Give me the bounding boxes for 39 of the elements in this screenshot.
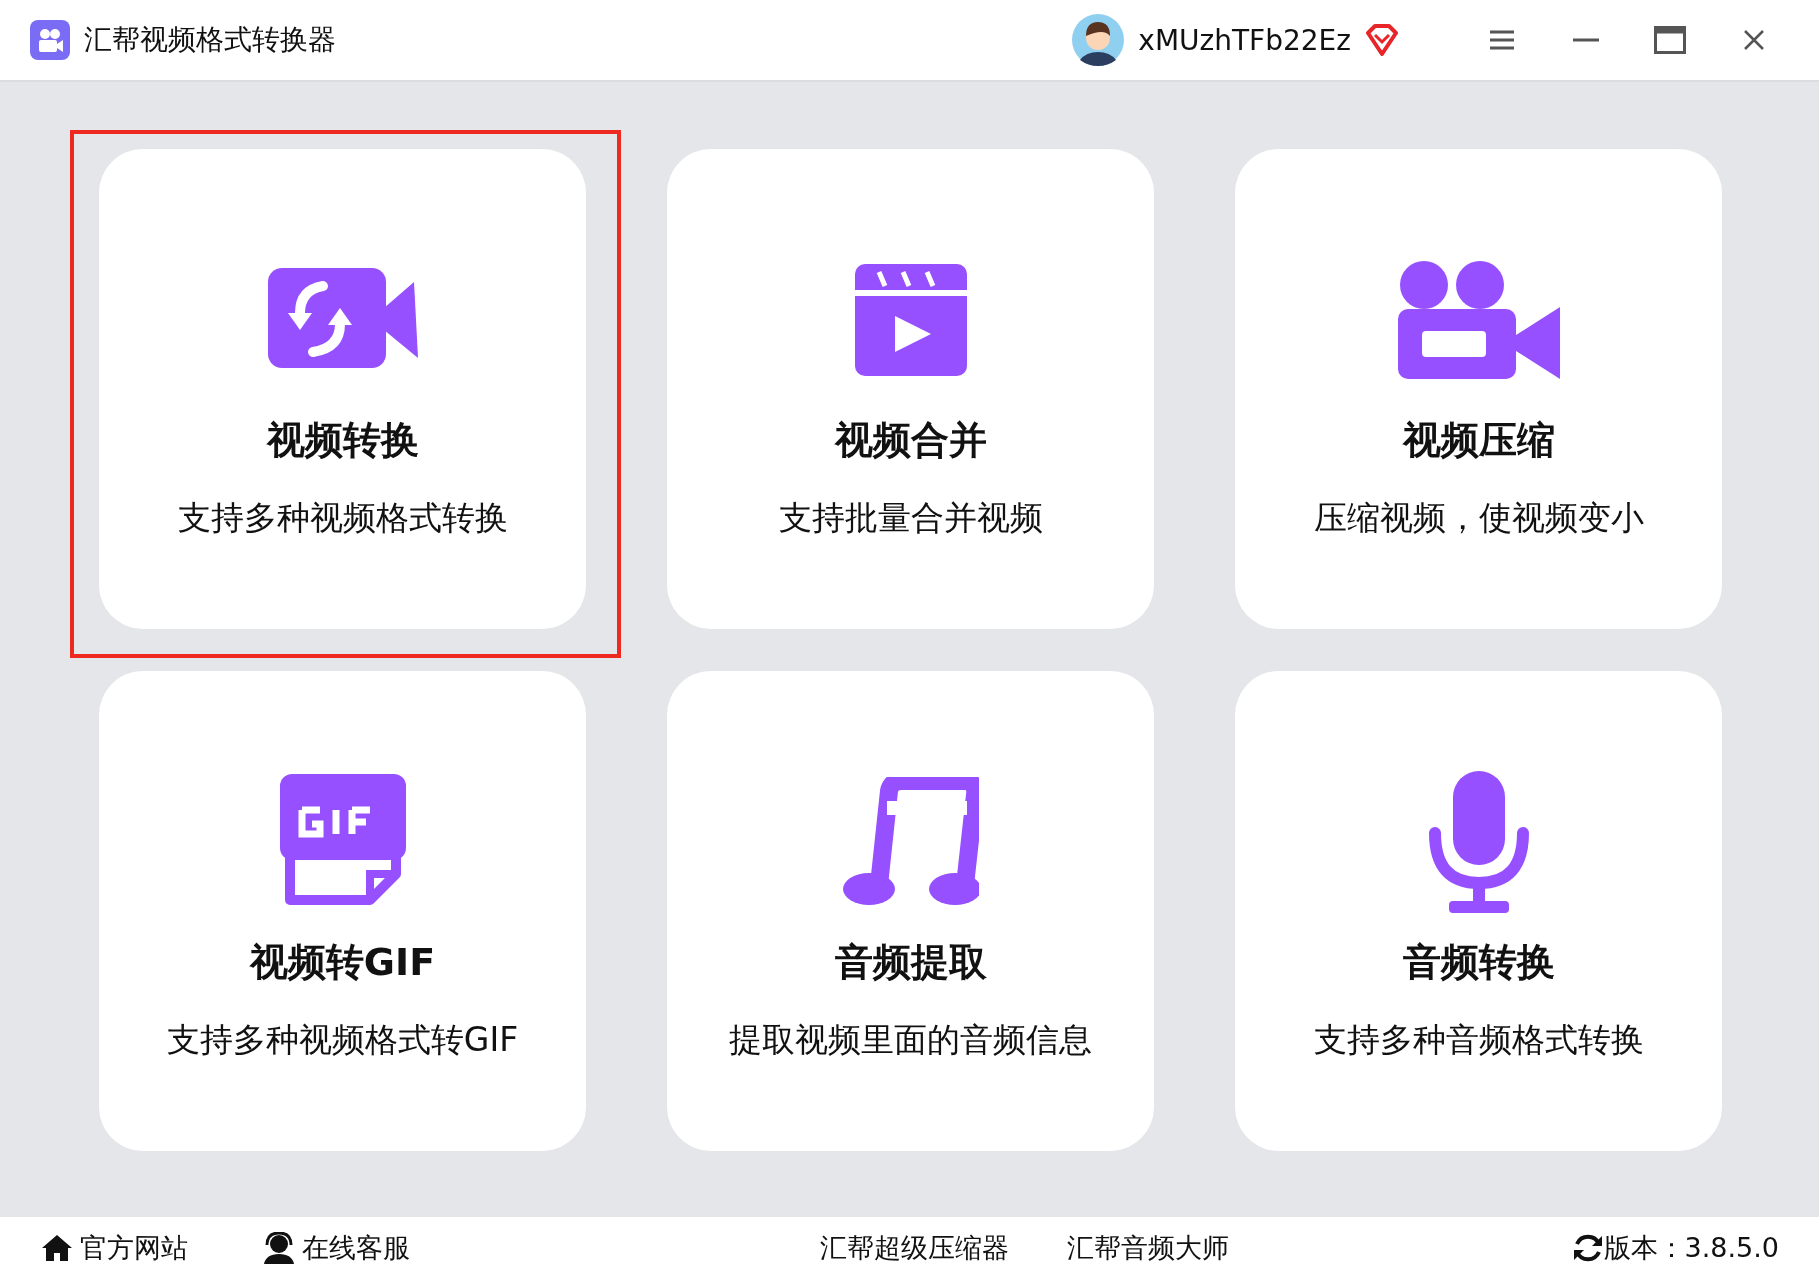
card-description: 提取视频里面的音频信息 (729, 1019, 1092, 1061)
card-title: 音频提取 (834, 939, 987, 986)
movie-camera-icon (1397, 259, 1560, 381)
card-description: 压缩视频，使视频变小 (1313, 497, 1644, 539)
tool-card[interactable]: 音频转换 支持多种音频格式转换 (1235, 671, 1722, 1151)
microphone-icon (1426, 771, 1531, 913)
minimize-icon (1573, 38, 1599, 42)
footer-link[interactable]: 汇帮音频大师 (1067, 1230, 1229, 1266)
clapperboard-play-icon (854, 264, 967, 376)
card-title: 视频转换 (266, 417, 419, 464)
refresh-icon[interactable] (1571, 1232, 1604, 1264)
tool-card[interactable]: 视频转换 支持多种视频格式转换 (99, 149, 586, 629)
close-icon (1743, 29, 1765, 51)
card-description: 支持多种视频格式转换 (177, 497, 508, 539)
card-title: 视频转GIF (249, 939, 436, 986)
footer-link[interactable]: 汇帮超级压缩器 (820, 1230, 1009, 1266)
diamond-vip-icon[interactable] (1365, 24, 1399, 56)
username[interactable]: xMUzhTFb22Ez (1138, 23, 1351, 57)
maximize-icon (1654, 26, 1686, 54)
card-title: 音频转换 (1402, 939, 1555, 986)
tool-card[interactable]: 视频合并 支持批量合并视频 (667, 149, 1154, 629)
card-title: 视频合并 (834, 417, 987, 464)
card-title: 视频压缩 (1402, 417, 1555, 464)
card-description: 支持批量合并视频 (778, 497, 1043, 539)
menu-icon (1489, 29, 1515, 51)
version-label: 版本：3.8.5.0 (1603, 1231, 1779, 1265)
tool-card[interactable]: 音频提取 提取视频里面的音频信息 (667, 671, 1154, 1151)
music-note-icon (842, 777, 979, 907)
footer-link[interactable]: 官方网站 (40, 1230, 188, 1266)
card-description: 支持多种音频格式转换 (1313, 1019, 1644, 1061)
tool-card[interactable]: 视频压缩 压缩视频，使视频变小 (1235, 149, 1722, 629)
avatar-icon (1072, 14, 1125, 66)
headset-person-icon (262, 1232, 296, 1264)
home-icon (40, 1233, 74, 1263)
footer-link[interactable]: 在线客服 (262, 1230, 410, 1266)
app-logo-icon (30, 20, 70, 60)
card-description: 支持多种视频格式转GIF (166, 1019, 519, 1061)
tool-card[interactable]: 视频转GIF 支持多种视频格式转GIF (99, 671, 586, 1151)
window-title: 汇帮视频格式转换器 (84, 22, 337, 58)
